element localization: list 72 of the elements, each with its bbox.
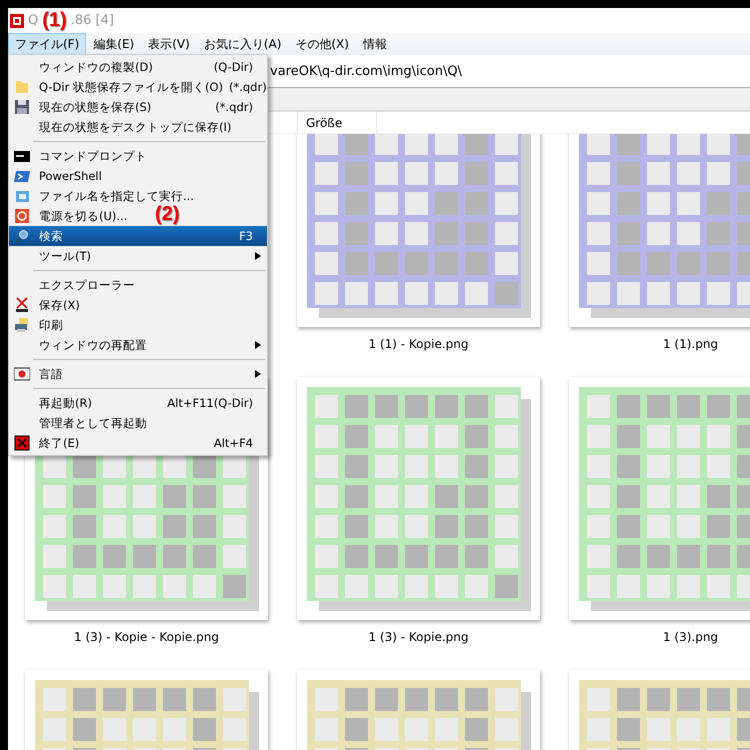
menu-item[interactable]: ツール(T) [9, 246, 267, 266]
search-icon [14, 228, 30, 244]
close-icon [14, 435, 30, 451]
menu-item[interactable]: エクスプローラー [9, 275, 149, 295]
shortcut-label: (Q-Dir) [214, 60, 253, 74]
run-icon [14, 188, 30, 204]
power-icon [14, 208, 30, 224]
menu-bar-item[interactable]: 表示(V) [141, 33, 197, 55]
menu-item-label: ウィンドウの再配置 [39, 338, 147, 352]
file-name: 1 (1) - Kopie.png [368, 337, 468, 351]
menu-item[interactable]: 現在の状態を保存(S) (*.qdr) [9, 97, 267, 117]
menu-item-label: 終了(E) [39, 436, 80, 450]
menu-item-label: 現在の状態をデスクトップに保存(I) [39, 120, 232, 134]
menu-item[interactable]: 言語 [9, 364, 267, 384]
menu-item-label: ファイル名を指定して実行... [39, 188, 194, 204]
submenu-arrow-icon [255, 341, 261, 349]
menu-item[interactable]: PowerShell [9, 166, 116, 186]
submenu-arrow-icon [255, 370, 261, 378]
menu-item-label: PowerShell [39, 169, 102, 183]
command-prompt-icon [14, 148, 30, 164]
menu-bar-item[interactable]: 情報 [356, 33, 394, 55]
cross-icon [14, 297, 30, 313]
file-name: 1 (3) - Kopie.png [368, 630, 468, 644]
menu-item[interactable]: 保存(X) [9, 295, 94, 315]
powershell-icon [14, 168, 30, 184]
shortcut-label: (*.qdr) [228, 80, 267, 94]
menu-item-label: 保存(X) [39, 298, 80, 312]
menu-item[interactable]: 印刷 [9, 315, 77, 335]
annotation-label: (2) [155, 203, 180, 226]
address-field[interactable]: vareOK\q-dir.com\img\icon\Q\ [270, 64, 462, 78]
menu-item[interactable]: 再起動(R) Alt+F11(Q-Dir) [9, 393, 267, 413]
menu-item-label: 言語 [39, 366, 63, 382]
window-title: .86 [4] [70, 13, 114, 28]
shortcut-label: Alt+F4 [214, 436, 253, 450]
menu-item[interactable]: 終了(E) Alt+F4 [9, 433, 267, 453]
shortcut-label: (*.qdr) [215, 100, 253, 114]
flag-icon [14, 366, 30, 382]
menu-item-label: 再起動(R) [39, 396, 92, 410]
file-name: 1 (3) - Kopie - Kopie.png [74, 630, 219, 644]
menu-item-label: ツール(T) [39, 248, 91, 264]
menu-item[interactable]: 管理者として再起動 [9, 413, 161, 433]
menu-bar-item[interactable]: その他(X) [288, 33, 356, 55]
menu-item-label: エクスプローラー [39, 278, 135, 292]
submenu-arrow-icon [255, 252, 261, 260]
menu-item[interactable]: Q-Dir 状態保存ファイルを開く(O) (*.qdr) [9, 77, 267, 97]
menu-item[interactable]: コマンドプロンプト [9, 146, 161, 166]
shortcut-label: Alt+F11(Q-Dir) [167, 396, 253, 410]
printer-icon [14, 317, 30, 333]
menu-item[interactable]: 電源を切る(U)... [9, 206, 142, 226]
menu-item-label: 電源を切る(U)... [39, 208, 128, 224]
menu-item-label: コマンドプロンプト [39, 148, 147, 164]
menu-item[interactable]: 検索 F3 [9, 226, 267, 246]
folder-icon [14, 79, 30, 95]
window-title: Q [28, 13, 38, 28]
shortcut-label: F3 [239, 229, 253, 243]
menu-item-label: 管理者として再起動 [39, 416, 147, 430]
menu-item[interactable]: ファイル名を指定して実行... [9, 186, 208, 206]
menu-bar-item[interactable]: お気に入り(A) [196, 33, 288, 55]
menu-item[interactable]: ウィンドウの再配置 [9, 335, 267, 355]
menu-item-label: Q-Dir 状態保存ファイルを開く(O) [39, 80, 223, 94]
column-header[interactable]: Größe [297, 112, 377, 133]
menu-item-label: 印刷 [39, 318, 63, 332]
file-name: 1 (1).png [662, 337, 718, 351]
menu-item[interactable]: ウィンドウの複製(D) (Q-Dir) [9, 57, 267, 77]
menu-item-label: 現在の状態を保存(S) [39, 100, 152, 114]
annotation-label: (1) [42, 9, 67, 32]
menu-bar-item[interactable]: ファイル(F) [8, 33, 86, 55]
menu-item[interactable]: 現在の状態をデスクトップに保存(I) [9, 117, 246, 137]
file-name: 1 (3).png [662, 630, 718, 644]
menu-item-label: ウィンドウの複製(D) [39, 60, 153, 74]
menu-item-label: 検索 [39, 228, 63, 244]
menu-bar-item[interactable]: 編集(E) [86, 33, 142, 55]
